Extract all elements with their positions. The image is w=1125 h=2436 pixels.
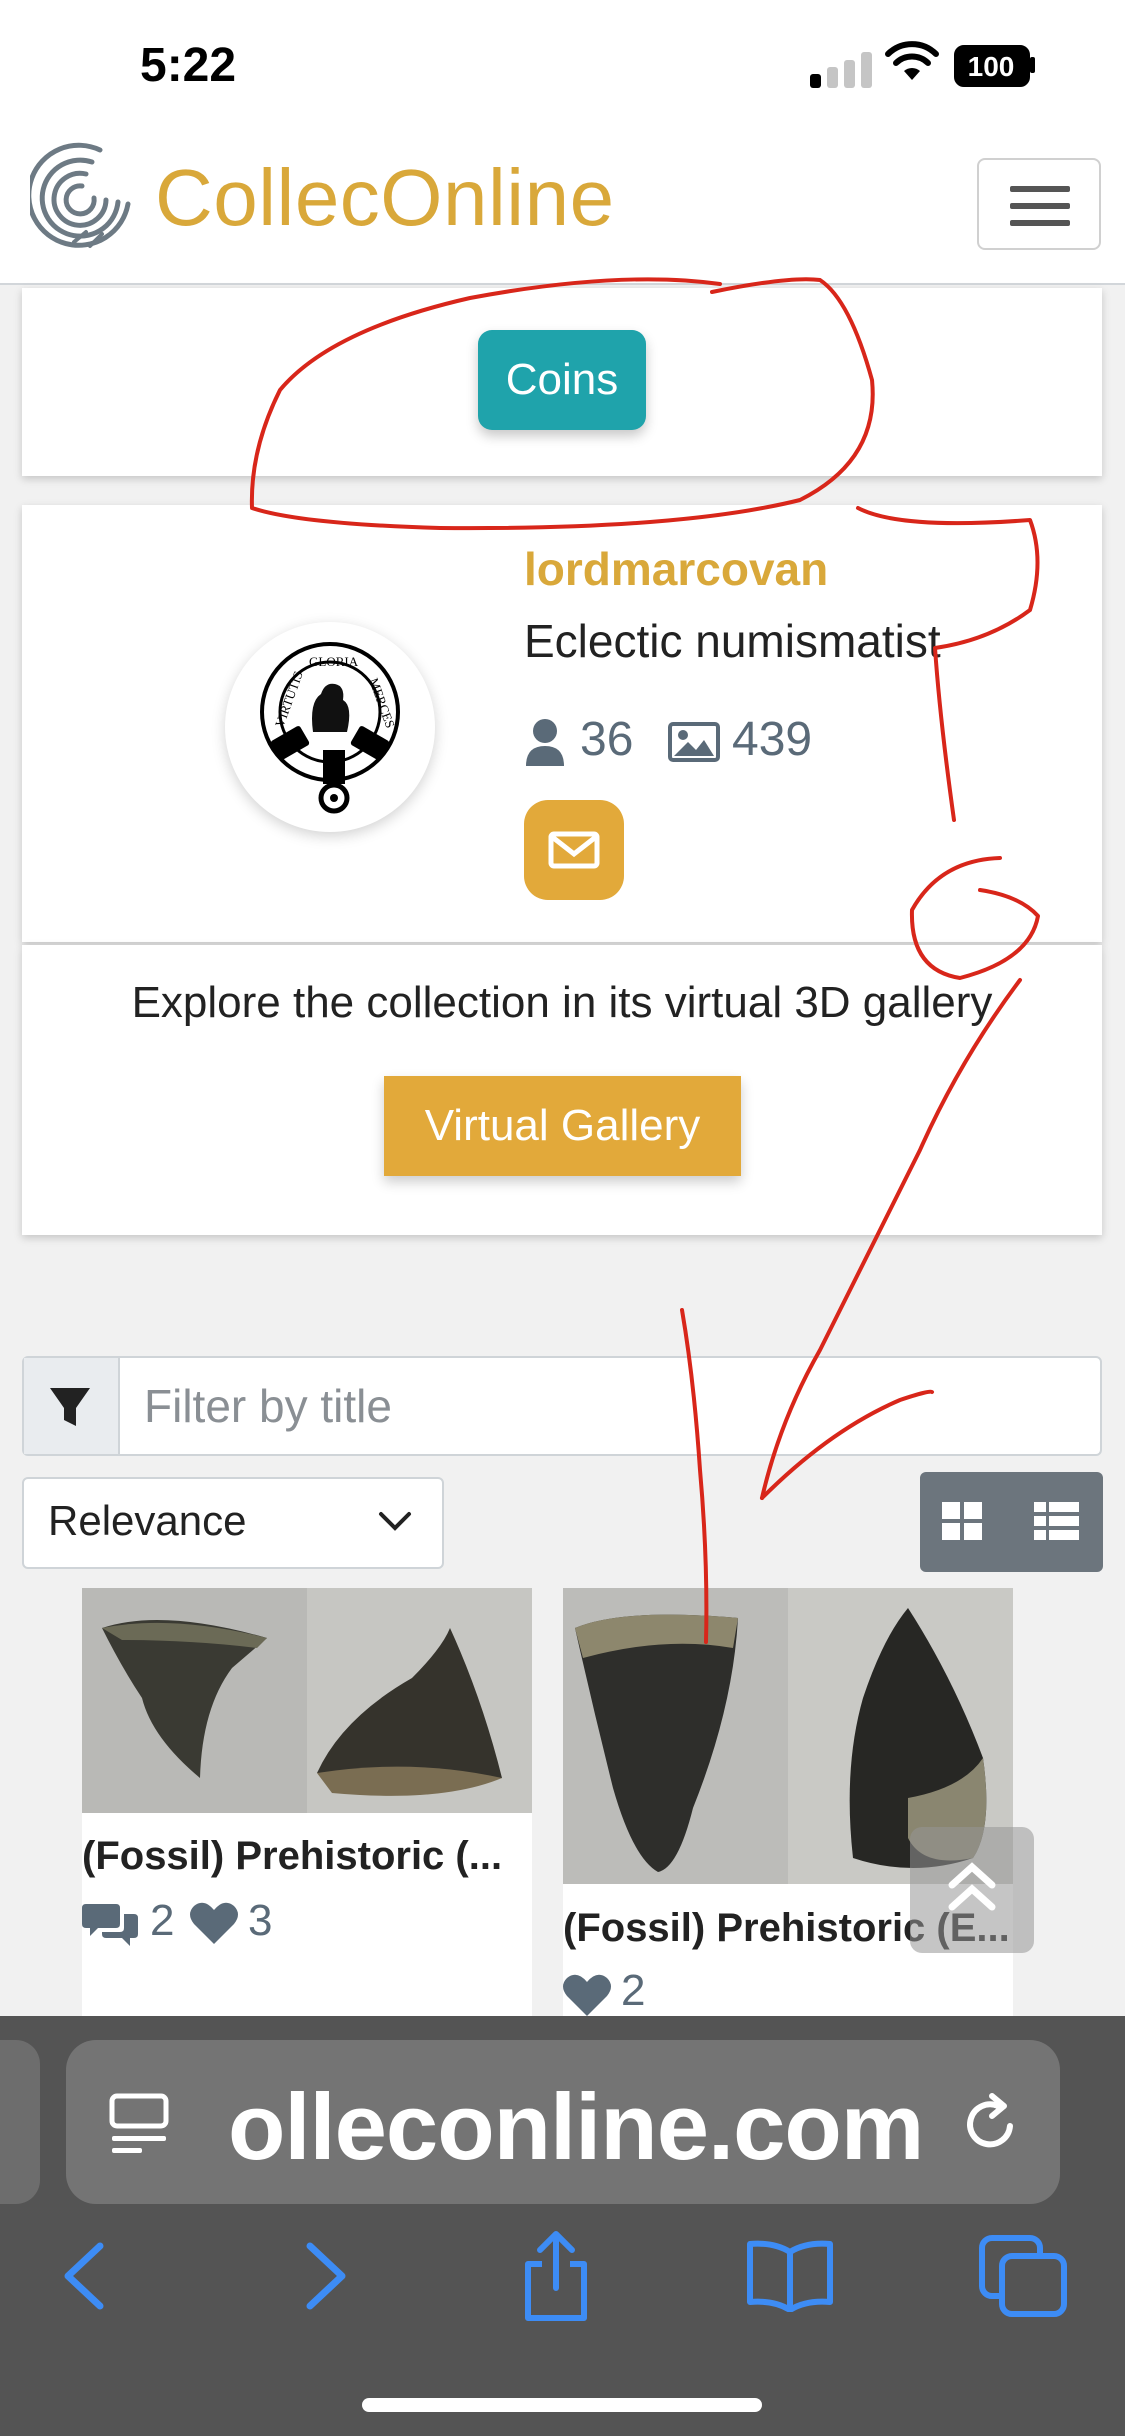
previous-tab-edge[interactable] [0,2040,40,2204]
battery-level: 100 [967,51,1015,82]
coins-category-button[interactable]: Coins [478,330,646,430]
reader-mode-icon[interactable] [108,2092,170,2156]
battery-icon: 100 [954,45,1036,87]
image-icon [668,722,720,762]
crest-motto-top: GLORIA [309,654,359,669]
clan-crest-icon: VIRTUTIS GLORIA MERCES [260,642,400,814]
collection-item-card[interactable]: (Fossil) Prehistoric (... 2 3 [82,1588,532,2018]
bookmarks-icon[interactable] [744,2238,836,2312]
message-button[interactable] [524,800,624,900]
home-indicator [362,2398,762,2412]
forward-icon[interactable] [302,2240,350,2312]
address-bar-url[interactable]: olleconline.com [228,2073,924,2181]
item-stats: 2 [563,1966,763,2018]
reload-icon[interactable] [958,2092,1022,2156]
menu-toggle-button[interactable] [977,158,1101,250]
likes-count: 2 [621,1966,646,2015]
comments-count: 2 [150,1896,175,1945]
avatar[interactable]: VIRTUTIS GLORIA MERCES [225,622,435,832]
wifi-icon [885,41,939,80]
back-icon[interactable] [60,2240,108,2312]
cellular-signal-icon [810,48,890,88]
crest-motto-left: VIRTUTIS [272,669,306,729]
user-icon [526,719,564,766]
filter-icon [50,1388,90,1426]
scroll-to-top-button[interactable] [910,1827,1034,1953]
item-thumbnail [82,1588,532,1813]
item-title[interactable]: (Fossil) Prehistoric (... [82,1834,502,1879]
heart-icon[interactable] [563,1974,611,2016]
tabs-icon[interactable] [978,2234,1068,2318]
followers-count: 36 [580,713,634,766]
filter-addon [24,1358,120,1454]
view-toggle-group [920,1472,1103,1572]
collectonline-logo-icon[interactable] [30,138,138,256]
profile-bio: Eclectic numismatist [524,615,941,667]
share-icon[interactable] [516,2228,596,2324]
chevron-double-up-icon [948,1862,996,1911]
filter-by-title-input[interactable] [122,1358,1100,1454]
chevron-down-icon [379,1512,411,1531]
list-view-icon[interactable] [1034,1502,1080,1542]
virtual-gallery-prompt: Explore the collection in its virtual 3D… [131,978,993,1027]
sort-selected-value: Relevance [48,1497,247,1544]
comments-icon [82,1904,138,1946]
status-time: 5:22 [140,39,237,92]
collection-item-card[interactable]: (Fossil) Prehistoric (E... 2 [563,1588,1013,2018]
brand-name[interactable]: CollecOnline [155,152,615,244]
images-count: 439 [732,713,813,766]
likes-count: 3 [248,1896,273,1945]
heart-icon[interactable] [190,1902,238,1944]
envelope-icon [548,831,600,869]
item-stats: 2 3 [82,1896,342,1952]
profile-username[interactable]: lordmarcovan [524,542,828,596]
grid-view-icon[interactable] [942,1502,984,1542]
virtual-gallery-button[interactable]: Virtual Gallery [384,1076,741,1176]
